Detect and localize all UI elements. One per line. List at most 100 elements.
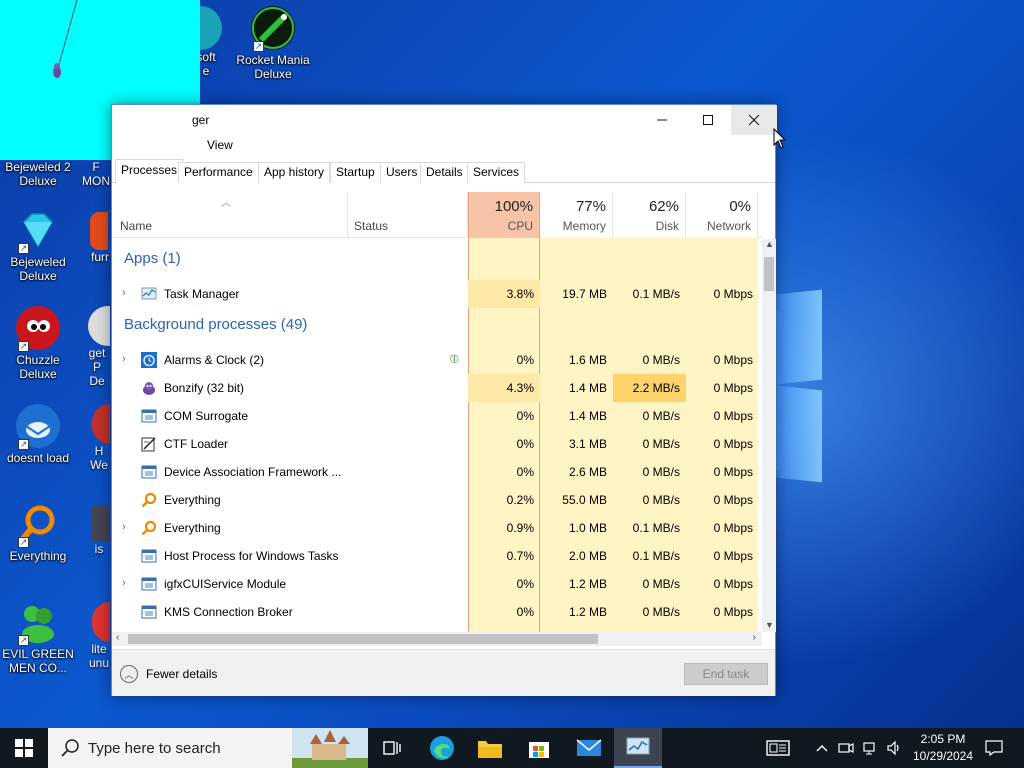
column-disk[interactable]: 62% Disk [613,192,686,238]
menu-view[interactable]: View [207,138,233,152]
taskbar-edge[interactable] [418,728,466,768]
tray-network-button[interactable] [858,728,882,768]
end-task-button[interactable]: End task [684,663,768,685]
desktop-icon-partial[interactable]: is [88,506,110,556]
disk-cell: 0 MB/s [642,605,680,619]
process-row[interactable]: › Everything 0.9% 1.0 MB 0.1 MB/s 0 Mbps [112,514,762,542]
memory-percent: 77% [575,198,606,215]
process-row[interactable]: CTF Loader 0% 3.1 MB 0 MB/s 0 Mbps [112,430,762,458]
tab-processes[interactable]: Processes [115,159,184,184]
show-hidden-icons-button[interactable] [810,728,834,768]
disk-cell: 0.1 MB/s [632,287,680,301]
tab-startup[interactable]: Startup [330,162,381,183]
search-placeholder: Type here to search [88,740,221,757]
task-view-button[interactable] [368,728,416,768]
process-row[interactable]: › Task Manager 3.8% 19.7 MB 0.1 MB/s 0 Mbps [112,280,762,308]
horizontal-scrollbar[interactable]: ‹ › [112,632,762,646]
fewer-details-button[interactable]: ︿ Fewer details [120,665,217,683]
process-name: igfxCUIService Module [164,577,287,591]
chevron-up-icon [816,745,828,752]
horizontal-scroll-thumb[interactable] [128,634,598,644]
column-memory[interactable]: 77% Memory [540,192,613,238]
taskbar-store[interactable] [515,728,563,768]
process-row[interactable]: Device Association Framework ... 0% 2.6 MB… [112,458,762,486]
desktop-icon-partial[interactable]: lite unu [88,602,110,670]
action-center-button[interactable] [978,728,1010,768]
vertical-scrollbar[interactable]: ▲ ▼ [762,239,776,632]
window-app-icon [141,464,157,480]
taskbar-file-explorer[interactable] [466,728,514,768]
disk-percent: 62% [648,198,679,215]
desktop-icon-chuzzle[interactable]: ↗ Chuzzle Deluxe [0,306,76,381]
efficiency-leaf-icon: ⦶ [450,352,459,366]
disk-cell: 0 MB/s [642,409,680,423]
tab-users[interactable]: Users [380,162,424,183]
desktop-icon-bejeweled2[interactable]: Bejeweled 2 Deluxe [0,160,76,188]
window-app-icon [141,408,157,424]
desktop-icon-partial[interactable]: H We [88,404,110,472]
expand-chevron-icon[interactable]: › [122,353,126,365]
process-row[interactable]: COM Surrogate 0% 1.4 MB 0 MB/s 0 Mbps [112,402,762,430]
title-bar[interactable]: ger [112,105,777,135]
close-button[interactable] [731,105,777,135]
process-row[interactable]: › Alarms & Clock (2) ⦶ 0% 1.6 MB 0 MB/s 0 Mbps [112,346,762,374]
desktop-icon-everything[interactable]: ↗ Everything [0,502,76,563]
menu-bar: View [112,135,775,157]
taskbar-clock[interactable]: 2:05 PM 10/29/2024 [908,731,978,765]
scroll-down-icon[interactable]: ▼ [765,620,774,630]
search-highlight-castle-icon [292,728,368,768]
cpu-cell: 0.2% [506,493,534,507]
desktop-icon-bejeweled[interactable]: ↗ Bejeweled Deluxe [0,208,76,283]
process-name: Everything [164,493,221,507]
network-icon [863,742,875,755]
vertical-scroll-thumb[interactable] [764,257,774,291]
desktop-icon-microsoft-edge[interactable]: soft e [196,6,226,78]
scroll-right-icon[interactable]: › [753,632,756,643]
expand-chevron-icon[interactable]: › [122,287,126,299]
folder-icon [478,741,502,758]
desktop-icon-evil-green-men[interactable]: ↗ EVIL GREEN MEN CO... [0,600,76,675]
task-manager-window[interactable]: ger View Processes Performance App histo… [111,104,777,696]
desktop-icon-label: doesnt load [6,451,70,465]
tray-volume-button[interactable] [882,728,906,768]
taskbar-search-box[interactable]: Type here to search [48,728,368,768]
tab-services[interactable]: Services [467,162,526,183]
memory-cell: 1.4 MB [568,381,607,395]
desktop-icon-label: F MON [82,160,110,188]
desktop-icon-partial[interactable]: get P De [84,306,110,388]
desktop-icon-rocket-mania[interactable]: ↗ Rocket Mania Deluxe [235,6,311,81]
desktop-icon-partial[interactable]: furr [90,212,110,264]
taskbar-news-button[interactable] [758,728,798,768]
column-network[interactable]: 0% Network [686,192,758,238]
network-cell: 0 Mbps [713,493,753,507]
desktop-icon-partial[interactable]: F MON [80,160,112,188]
scroll-left-icon[interactable]: ‹ [116,632,119,643]
column-cpu[interactable]: 100% CPU [468,192,540,238]
tray-meet-button[interactable] [834,728,858,768]
taskbar-mail[interactable] [565,728,613,768]
maximize-button[interactable] [685,105,731,135]
process-row[interactable]: KMS Connection Broker 0% 1.2 MB 0 MB/s 0 Mbp… [112,598,762,626]
tab-details[interactable]: Details [420,162,469,183]
tab-app-history[interactable]: App history [258,162,331,183]
taskbar-task-manager[interactable] [614,728,662,768]
cpu-label: CPU [507,219,533,233]
start-button[interactable] [0,728,48,768]
desktop-icon-label: Chuzzle Deluxe [16,353,60,381]
process-row[interactable]: Everything 0.2% 55.0 MB 0 MB/s 0 Mbps [112,486,762,514]
expand-chevron-icon[interactable]: › [122,577,126,589]
minimize-button[interactable] [639,105,685,135]
expand-chevron-icon[interactable]: › [122,521,126,533]
process-row[interactable]: › igfxCUIService Module 0% 1.2 MB 0 MB/s 0 Mb… [112,570,762,598]
scroll-up-icon[interactable]: ▲ [765,239,774,249]
tab-performance[interactable]: Performance [178,162,259,183]
desktop-icon-thunderbird[interactable]: ↗ doesnt load [0,404,76,465]
network-cell: 0 Mbps [713,353,753,367]
network-cell: 0 Mbps [713,287,753,301]
group-apps[interactable]: Apps (1) [124,250,181,267]
column-name[interactable]: Name [120,219,152,233]
process-row[interactable]: Bonzify (32 bit) 4.3% 1.4 MB 2.2 MB/s 0 Mbps [112,374,762,402]
process-row[interactable]: Host Process for Windows Tasks 0.7% 2.0 MB… [112,542,762,570]
window-app-icon [141,604,157,620]
group-background[interactable]: Background processes (49) [124,316,307,333]
